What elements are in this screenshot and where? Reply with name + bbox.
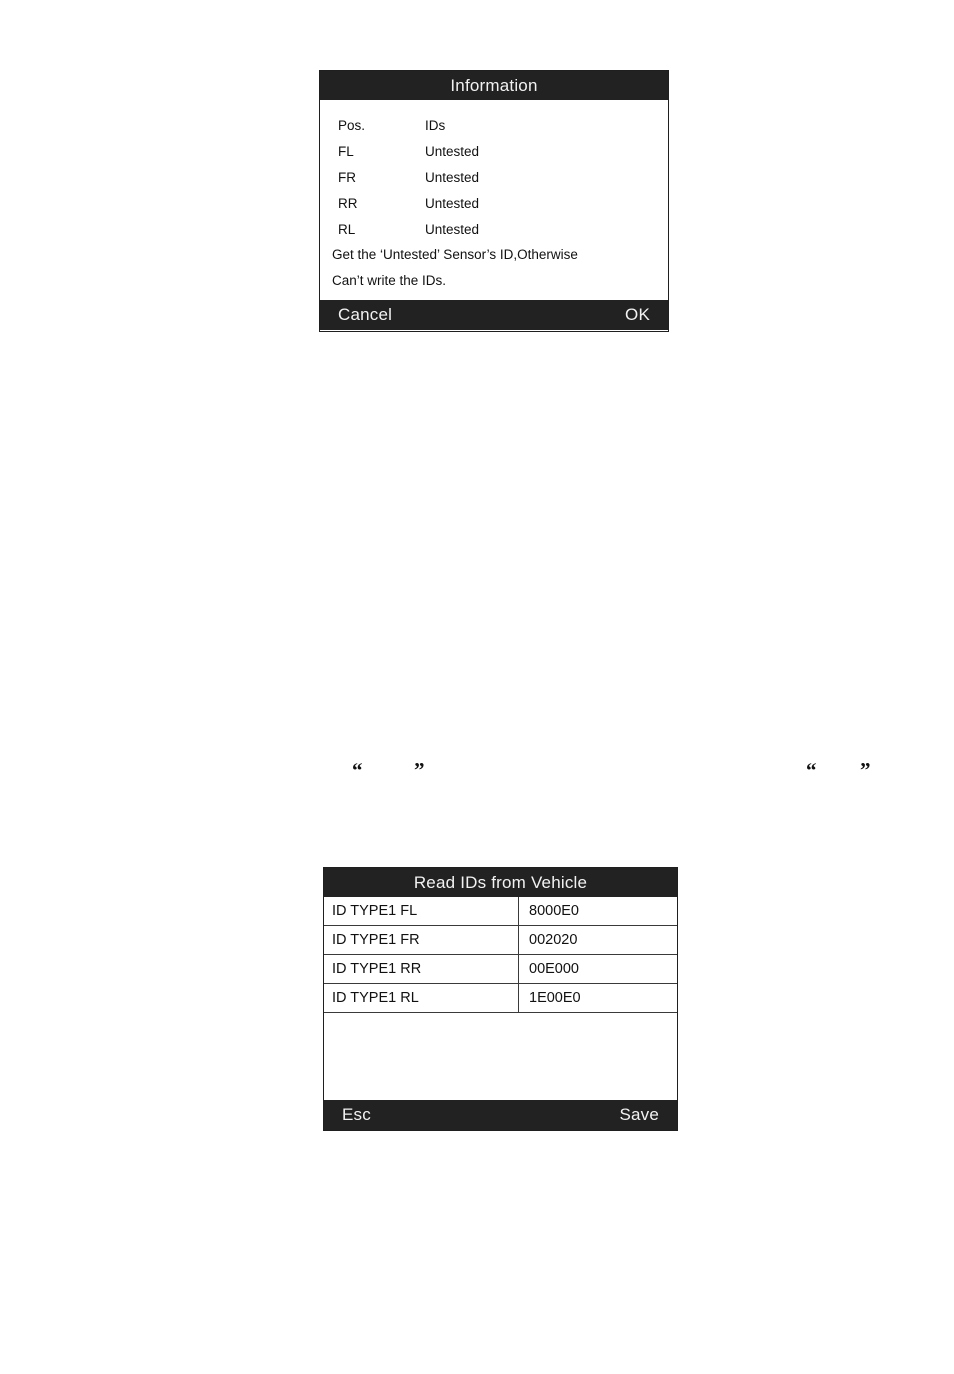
table-row: FL Untested: [320, 138, 668, 164]
table-row[interactable]: ID TYPE1 FL 8000E0: [324, 897, 677, 926]
information-dialog: Information Pos. IDs FL Untested FR Unte…: [319, 70, 669, 332]
ok-button[interactable]: OK: [625, 305, 650, 325]
sensor-id-value: Untested: [425, 195, 480, 211]
table-empty-area: [324, 1013, 677, 1100]
column-header-ids: IDs: [425, 117, 446, 133]
sensor-id-value: Untested: [425, 169, 480, 185]
sensor-position-label: RL: [338, 221, 356, 237]
read-ids-dialog-body: ID TYPE1 FL 8000E0 ID TYPE1 FR 002020 ID…: [324, 897, 677, 1100]
id-value: 8000E0: [518, 897, 677, 926]
id-type-label: ID TYPE1 RR: [324, 954, 519, 984]
id-table: ID TYPE1 FL 8000E0 ID TYPE1 FR 002020 ID…: [324, 897, 677, 1013]
id-value: 002020: [518, 925, 677, 955]
stray-close-quote-left: ”: [414, 758, 425, 782]
stray-open-quote-right: “: [806, 758, 817, 782]
sensor-id-value: Untested: [425, 221, 480, 237]
document-page: { "page": { "background_color": "#ffffff…: [0, 0, 954, 1374]
sensor-position-label: FR: [338, 169, 356, 185]
read-ids-dialog-title: Read IDs from Vehicle: [324, 868, 677, 897]
table-row[interactable]: ID TYPE1 RR 00E000: [324, 954, 677, 984]
id-value: 1E00E0: [518, 983, 677, 1013]
read-ids-dialog-footer: Esc Save: [324, 1100, 677, 1130]
information-dialog-body: Pos. IDs FL Untested FR Untested RR Unte…: [320, 100, 668, 300]
table-row[interactable]: ID TYPE1 FR 002020: [324, 925, 677, 955]
id-type-label: ID TYPE1 FL: [324, 897, 519, 926]
save-button[interactable]: Save: [619, 1105, 659, 1125]
information-note-line-1: Get the ‘Untested’ Sensor’s ID,Otherwise: [332, 247, 578, 262]
information-dialog-footer: Cancel OK: [320, 300, 668, 330]
id-value: 00E000: [518, 954, 677, 984]
id-type-label: ID TYPE1 FR: [324, 925, 519, 955]
table-row: RR Untested: [320, 190, 668, 216]
table-row: FR Untested: [320, 164, 668, 190]
sensor-id-value: Untested: [425, 143, 480, 159]
information-note-line-2: Can’t write the IDs.: [332, 273, 447, 288]
table-row[interactable]: ID TYPE1 RL 1E00E0: [324, 983, 677, 1013]
sensor-position-label: RR: [338, 195, 358, 211]
read-ids-dialog: Read IDs from Vehicle ID TYPE1 FL 8000E0…: [323, 867, 678, 1131]
stray-open-quote-left: “: [352, 758, 363, 782]
table-header-row: Pos. IDs: [320, 112, 668, 138]
sensor-position-label: FL: [338, 143, 354, 159]
column-header-position: Pos.: [338, 117, 366, 133]
table-row: RL Untested: [320, 216, 668, 242]
information-dialog-title: Information: [320, 71, 668, 100]
cancel-button[interactable]: Cancel: [338, 305, 392, 325]
id-type-label: ID TYPE1 RL: [324, 983, 519, 1013]
esc-button[interactable]: Esc: [342, 1105, 371, 1125]
stray-close-quote-right: ”: [860, 758, 871, 782]
